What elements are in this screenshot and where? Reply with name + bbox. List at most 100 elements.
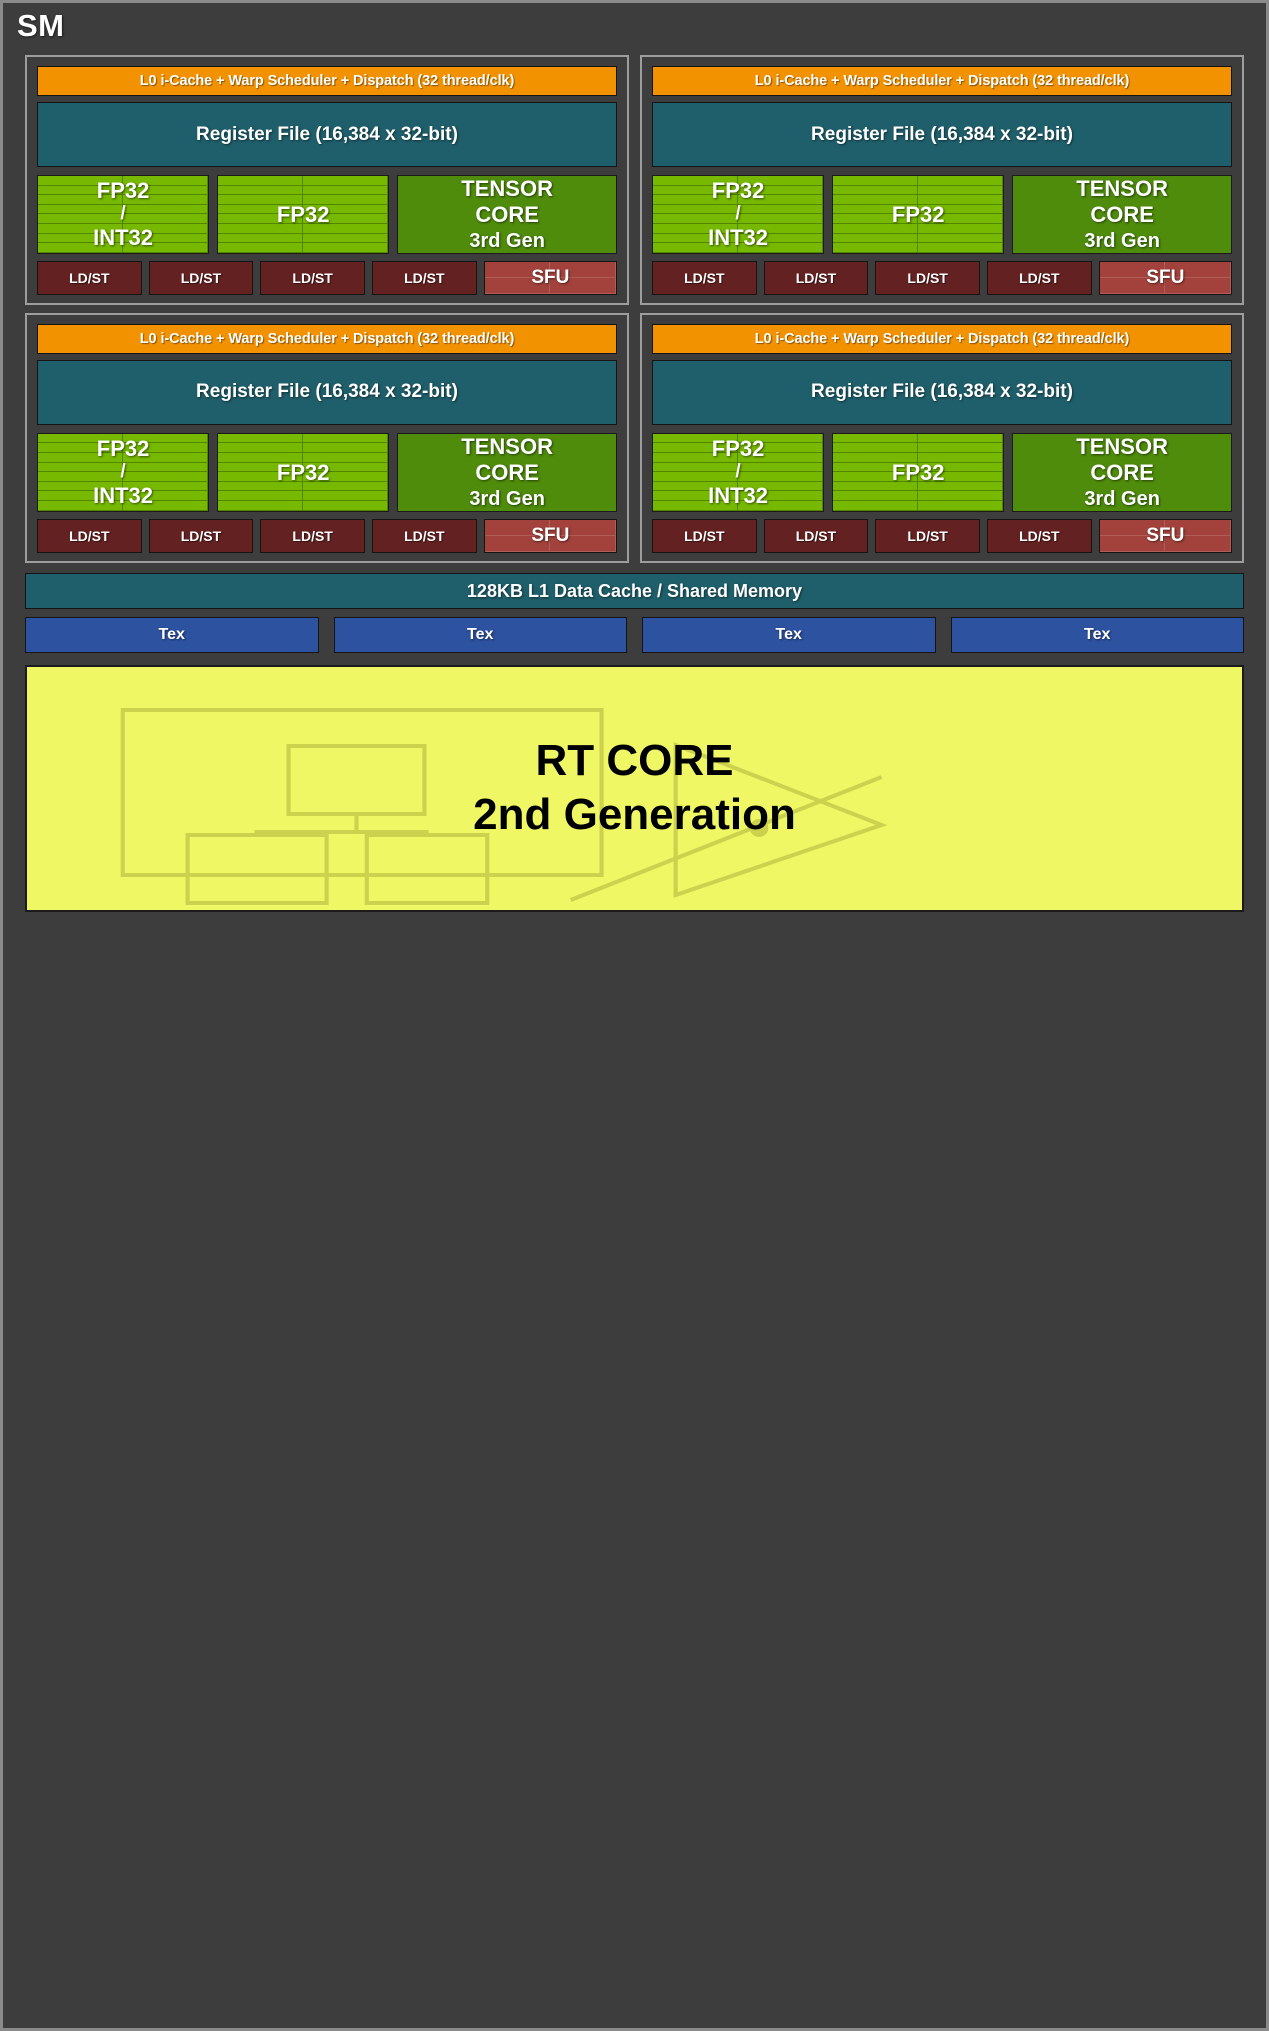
sm-block: SM L0 i-Cache + Warp Scheduler + Dispatc… — [0, 0, 1269, 2031]
core-lane — [738, 500, 824, 511]
core-lane — [303, 185, 389, 196]
core-lane — [833, 462, 919, 473]
processing-block-partition-3[interactable]: L0 i-Cache + Warp Scheduler + Dispatch (… — [640, 312, 1244, 563]
core-lane — [918, 176, 1004, 186]
core-lane-grid — [38, 176, 209, 253]
sfu-unit[interactable]: SFU — [483, 518, 618, 553]
tensor-text: TENSOR — [461, 433, 553, 459]
core-lane — [123, 443, 209, 453]
fp32-core-array[interactable]: FP32 — [217, 432, 390, 512]
register-file-block[interactable]: Register File (16,384 x 32-bit) — [652, 102, 1232, 167]
core-lane — [833, 233, 919, 244]
fp32-int32-core-array[interactable]: FP32 / INT32 — [37, 432, 210, 512]
sfu-unit[interactable]: SFU — [1098, 260, 1233, 295]
core-lane — [218, 233, 304, 244]
core-lane — [653, 443, 739, 453]
core-lane — [833, 195, 919, 205]
ldst-unit[interactable]: LD/ST — [986, 260, 1092, 295]
core-lane — [653, 214, 739, 224]
core-lane — [653, 243, 739, 253]
fp32-int32-core-array[interactable]: FP32 / INT32 — [37, 175, 210, 254]
core-lane — [918, 185, 1004, 196]
ldst-unit[interactable]: LD/ST — [148, 518, 254, 553]
sfu-unit[interactable]: SFU — [483, 260, 618, 295]
ldst-unit[interactable]: LD/ST — [875, 260, 980, 295]
core-lane — [38, 491, 124, 501]
fp32-core-array[interactable]: FP32 — [217, 175, 390, 254]
processing-block-partition-0[interactable]: L0 i-Cache + Warp Scheduler + Dispatch (… — [25, 55, 629, 305]
sfu-label: SFU — [531, 524, 570, 546]
core-lane — [303, 500, 389, 511]
core-lane — [218, 223, 304, 234]
rt-core-block[interactable]: RT CORE 2nd Generation — [25, 664, 1244, 912]
core-lane — [833, 491, 919, 501]
warp-scheduler-bar[interactable]: L0 i-Cache + Warp Scheduler + Dispatch (… — [37, 323, 617, 354]
core-lane — [38, 500, 124, 511]
core-lane — [918, 214, 1004, 224]
tex-unit[interactable]: Tex — [642, 616, 936, 653]
core-lane — [738, 243, 824, 253]
ldst-unit[interactable]: LD/ST — [371, 518, 477, 553]
tensor-core-block[interactable]: TENSOR CORE 3rd Gen — [1012, 175, 1232, 254]
core-lane — [303, 243, 389, 253]
core-lane — [653, 500, 739, 511]
ldst-unit[interactable]: LD/ST — [148, 260, 254, 295]
core-lane — [218, 452, 304, 463]
core-lane — [653, 233, 739, 244]
warp-scheduler-bar[interactable]: L0 i-Cache + Warp Scheduler + Dispatch (… — [37, 66, 617, 96]
ldst-sfu-row: LD/ST LD/ST LD/ST LD/ST SFU — [652, 260, 1233, 295]
ldst-unit[interactable]: LD/ST — [986, 518, 1092, 553]
core-lane — [918, 481, 1004, 492]
tensor-core-block[interactable]: TENSOR CORE 3rd Gen — [397, 432, 617, 512]
core-lane — [918, 472, 1004, 482]
ldst-unit[interactable]: LD/ST — [652, 518, 757, 553]
tex-unit[interactable]: Tex — [25, 616, 319, 653]
ldst-unit[interactable]: LD/ST — [37, 518, 142, 553]
core-text: CORE — [475, 460, 539, 486]
tex-unit[interactable]: Tex — [950, 616, 1244, 653]
fp32-core-array[interactable]: FP32 — [832, 175, 1005, 254]
l1-data-cache-block[interactable]: 128KB L1 Data Cache / Shared Memory — [25, 572, 1244, 609]
core-lane — [738, 472, 824, 482]
warp-scheduler-bar[interactable]: L0 i-Cache + Warp Scheduler + Dispatch (… — [652, 66, 1232, 96]
core-lane — [303, 462, 389, 473]
tex-unit[interactable]: Tex — [333, 616, 627, 653]
core-lane — [653, 481, 739, 492]
fp32-int32-core-array[interactable]: FP32 / INT32 — [652, 175, 825, 254]
register-file-block[interactable]: Register File (16,384 x 32-bit) — [37, 359, 617, 425]
register-file-block[interactable]: Register File (16,384 x 32-bit) — [652, 359, 1232, 425]
ldst-unit[interactable]: LD/ST — [260, 260, 365, 295]
ldst-unit[interactable]: LD/ST — [37, 260, 142, 295]
ldst-sfu-row: LD/ST LD/ST LD/ST LD/ST SFU — [37, 260, 618, 295]
ldst-unit[interactable]: LD/ST — [875, 518, 980, 553]
register-file-block[interactable]: Register File (16,384 x 32-bit) — [37, 102, 617, 167]
core-lane — [38, 452, 124, 463]
core-lane — [123, 185, 209, 196]
core-lane — [303, 176, 389, 186]
ldst-unit[interactable]: LD/ST — [652, 260, 757, 295]
core-lane — [38, 185, 124, 196]
processing-block-partition-1[interactable]: L0 i-Cache + Warp Scheduler + Dispatch (… — [640, 55, 1244, 305]
processing-block-partition-2[interactable]: L0 i-Cache + Warp Scheduler + Dispatch (… — [25, 312, 629, 563]
ldst-unit[interactable]: LD/ST — [763, 260, 869, 295]
tensor-core-block[interactable]: TENSOR CORE 3rd Gen — [1012, 432, 1232, 512]
core-lane — [38, 223, 124, 234]
fp32-core-array[interactable]: FP32 — [832, 432, 1005, 512]
core-lane — [738, 452, 824, 463]
ldst-unit[interactable]: LD/ST — [763, 518, 869, 553]
ldst-unit[interactable]: LD/ST — [260, 518, 365, 553]
tensor-core-block[interactable]: TENSOR CORE 3rd Gen — [397, 175, 617, 254]
core-lane — [738, 491, 824, 501]
tensor-core-label: TENSOR CORE 3rd Gen — [1076, 434, 1168, 511]
core-lane — [918, 452, 1004, 463]
core-lane — [123, 462, 209, 473]
fp32-int32-core-array[interactable]: FP32 / INT32 — [652, 432, 825, 512]
bvh-tree-icon — [120, 707, 604, 905]
core-lane — [653, 472, 739, 482]
sfu-unit[interactable]: SFU — [1098, 518, 1233, 553]
ldst-unit[interactable]: LD/ST — [371, 260, 477, 295]
core-lane — [303, 223, 389, 234]
core-lane — [918, 223, 1004, 234]
tensor-gen-text: 3rd Gen — [469, 229, 545, 252]
warp-scheduler-bar[interactable]: L0 i-Cache + Warp Scheduler + Dispatch (… — [652, 323, 1232, 354]
